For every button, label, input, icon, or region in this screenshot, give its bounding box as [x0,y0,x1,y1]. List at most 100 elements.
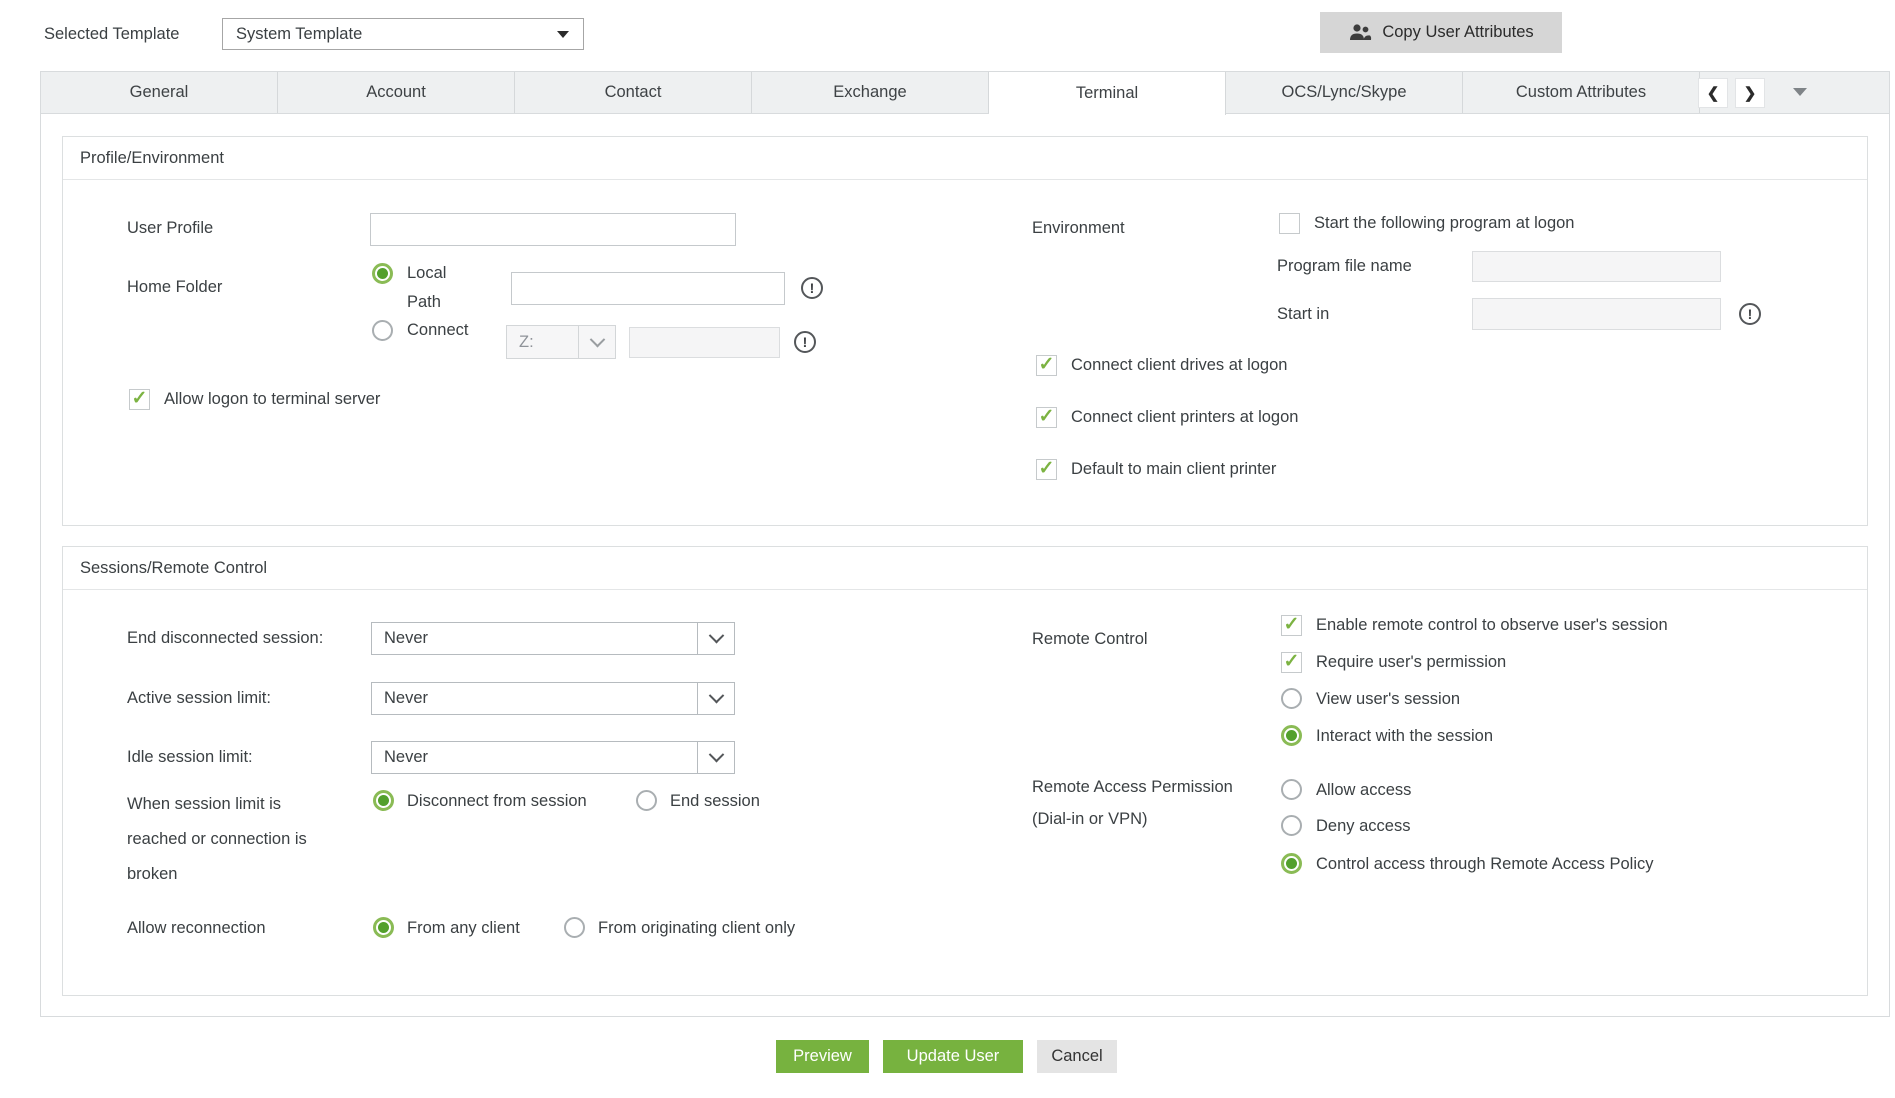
default-printer-checkbox[interactable]: ✓ [1036,459,1057,480]
remote-access-permission-sublabel: (Dial-in or VPN) [1032,809,1148,830]
chevron-down-icon [708,747,724,763]
check-icon: ✓ [1039,459,1055,478]
local-path-radio[interactable] [372,263,393,284]
copy-user-attributes-button[interactable]: Copy User Attributes [1320,12,1562,53]
users-icon [1348,24,1372,41]
connect-printers-label: Connect client printers at logon [1071,407,1298,428]
remote-control-label: Remote Control [1032,629,1148,650]
enable-remote-control-checkbox[interactable]: ✓ [1281,615,1302,636]
tab-ocs-lync-skype[interactable]: OCS/Lync/Skype [1226,72,1463,113]
active-limit-value: Never [372,683,697,714]
template-select-value: System Template [236,25,362,44]
tab-contact[interactable]: Contact [515,72,752,113]
check-icon: ✓ [1284,615,1300,634]
check-icon: ✓ [132,389,148,408]
start-program-label: Start the following program at logon [1314,213,1574,234]
interact-session-label: Interact with the session [1316,726,1493,747]
connect-drives-label: Connect client drives at logon [1071,355,1287,376]
allow-logon-label: Allow logon to terminal server [164,389,380,410]
interact-session-radio[interactable] [1281,725,1302,746]
control-access-radio[interactable] [1281,853,1302,874]
warning-icon: ! [801,277,823,299]
tab-exchange[interactable]: Exchange [752,72,989,113]
allow-access-label: Allow access [1316,780,1411,801]
copy-user-attributes-label: Copy User Attributes [1382,23,1533,42]
check-icon: ✓ [1039,355,1055,374]
tab-terminal[interactable]: Terminal [989,72,1226,115]
tabs-scroll-right-button[interactable]: ❯ [1735,78,1765,108]
idle-limit-value: Never [372,742,697,773]
connect-path-input[interactable] [629,327,780,358]
user-profile-input[interactable] [370,213,736,246]
warning-icon: ! [1739,303,1761,325]
dropdown-arrow-icon [557,31,569,38]
drive-letter-select[interactable]: Z: [506,325,616,359]
start-in-input[interactable] [1472,298,1721,330]
sessions-remote-control-title: Sessions/Remote Control [63,547,1867,590]
disconnect-from-session-radio[interactable] [373,790,394,811]
allow-logon-checkbox[interactable]: ✓ [129,389,150,410]
tabs-scroll-left-button[interactable]: ❮ [1698,78,1728,108]
end-disconnected-select[interactable]: Never [371,622,735,655]
check-icon: ✓ [1039,407,1055,426]
active-limit-label: Active session limit: [127,688,271,709]
home-folder-label: Home Folder [127,277,222,298]
session-limit-label: When session limit is reached or connect… [127,787,322,892]
connect-radio[interactable] [372,320,393,341]
default-printer-label: Default to main client printer [1071,459,1276,480]
chevron-left-icon: ❮ [1707,84,1720,102]
disconnect-from-session-label: Disconnect from session [407,791,587,812]
end-disconnected-label: End disconnected session: [127,628,323,649]
idle-limit-select[interactable]: Never [371,741,735,774]
chevron-down-icon [589,331,605,347]
from-originating-client-radio[interactable] [564,917,585,938]
template-select[interactable]: System Template [222,18,584,50]
cancel-button[interactable]: Cancel [1037,1040,1117,1073]
connect-label: Connect [407,320,468,341]
drive-letter-value: Z: [507,326,578,358]
active-limit-select[interactable]: Never [371,682,735,715]
view-session-label: View user's session [1316,689,1460,710]
chevron-down-icon [708,688,724,704]
remote-access-permission-label: Remote Access Permission [1032,777,1233,798]
require-permission-label: Require user's permission [1316,652,1506,673]
end-session-label: End session [670,791,760,812]
warning-icon: ! [794,331,816,353]
from-originating-client-label: From originating client only [598,918,795,939]
profile-environment-section: Profile/Environment User Profile Home Fo… [62,136,1868,526]
start-program-checkbox[interactable] [1279,213,1300,234]
preview-button[interactable]: Preview [776,1040,869,1073]
allow-reconnection-label: Allow reconnection [127,918,266,939]
program-file-name-label: Program file name [1277,256,1412,277]
sessions-remote-control-section: Sessions/Remote Control End disconnected… [62,546,1868,996]
allow-access-radio[interactable] [1281,779,1302,800]
profile-environment-title: Profile/Environment [63,137,1867,180]
local-path-label: Local Path [407,259,465,317]
check-icon: ✓ [1284,652,1300,671]
start-in-label: Start in [1277,304,1329,325]
enable-remote-control-label: Enable remote control to observe user's … [1316,615,1668,636]
program-file-name-input[interactable] [1472,251,1721,282]
control-access-label: Control access through Remote Access Pol… [1316,854,1654,875]
chevron-right-icon: ❯ [1744,84,1757,102]
selected-template-label: Selected Template [44,24,179,45]
connect-printers-checkbox[interactable]: ✓ [1036,407,1057,428]
environment-label: Environment [1032,218,1125,239]
tab-account[interactable]: Account [278,72,515,113]
from-any-client-radio[interactable] [373,917,394,938]
update-user-button[interactable]: Update User [883,1040,1023,1073]
require-permission-checkbox[interactable]: ✓ [1281,652,1302,673]
end-session-radio[interactable] [636,790,657,811]
chevron-down-icon [708,628,724,644]
deny-access-radio[interactable] [1281,815,1302,836]
terminal-tab-panel: Profile/Environment User Profile Home Fo… [40,113,1890,1017]
idle-limit-label: Idle session limit: [127,747,253,768]
tab-general[interactable]: General [41,72,278,113]
tab-bar: General Account Contact Exchange Termina… [40,71,1890,113]
tabs-overflow-menu-icon[interactable] [1793,88,1807,96]
connect-drives-checkbox[interactable]: ✓ [1036,355,1057,376]
tab-custom-attributes[interactable]: Custom Attributes [1463,72,1700,113]
view-session-radio[interactable] [1281,688,1302,709]
user-profile-label: User Profile [127,218,213,239]
local-path-input[interactable] [511,272,785,305]
